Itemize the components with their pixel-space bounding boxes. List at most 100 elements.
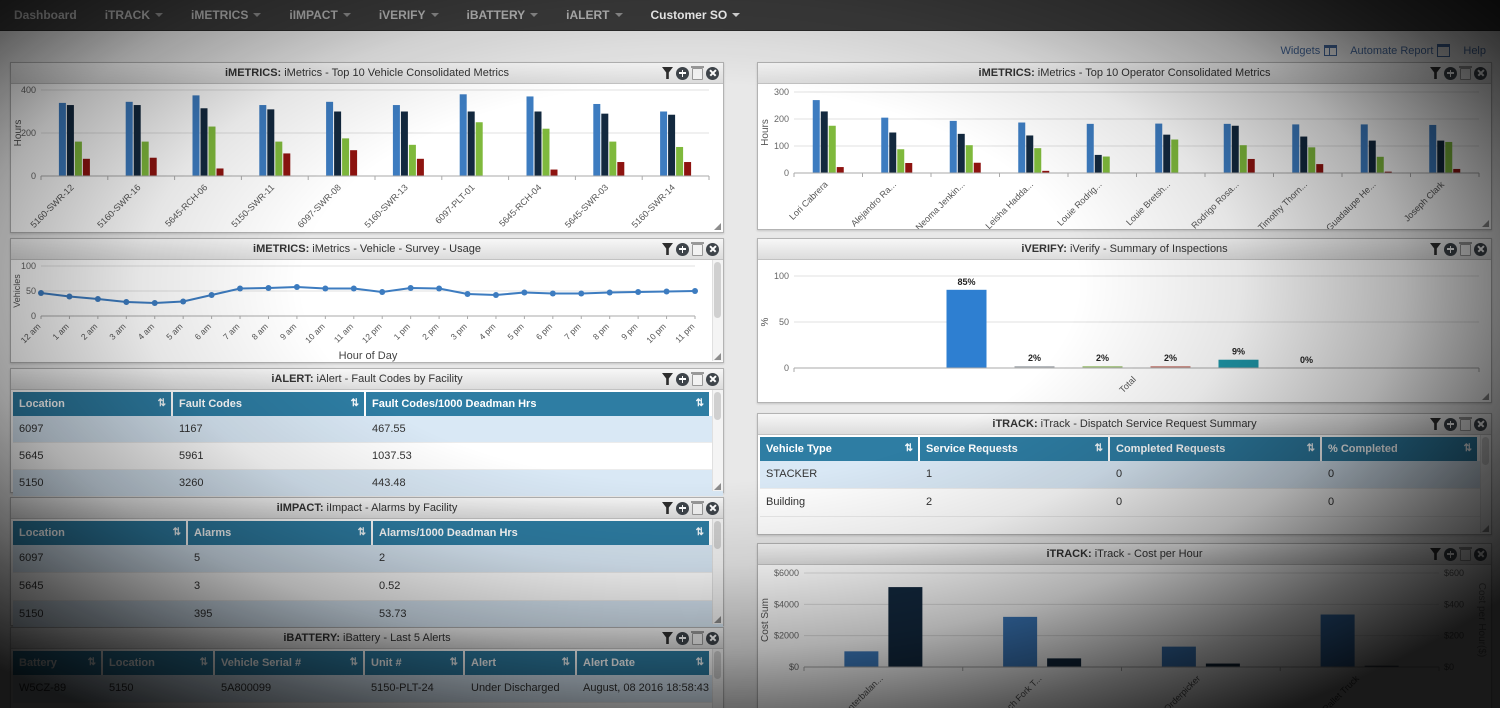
delete-icon[interactable] xyxy=(692,633,703,645)
resize-handle[interactable] xyxy=(714,223,721,230)
close-icon[interactable] xyxy=(706,243,719,256)
help-link[interactable]: Help xyxy=(1463,44,1486,57)
close-icon[interactable] xyxy=(1474,67,1487,80)
resize-handle[interactable] xyxy=(1482,525,1489,532)
nav-item-itrack[interactable]: iTRACK xyxy=(91,0,177,30)
nav-item-imetrics[interactable]: iMETRICS xyxy=(177,0,275,30)
column-header-alarms[interactable]: Alarms⇅ xyxy=(188,521,373,545)
delete-icon[interactable] xyxy=(692,244,703,256)
close-icon[interactable] xyxy=(706,632,719,645)
sort-icon[interactable]: ⇅ xyxy=(358,521,366,545)
resize-handle[interactable] xyxy=(714,483,721,490)
sort-icon[interactable]: ⇅ xyxy=(1464,437,1472,461)
add-icon[interactable] xyxy=(1444,548,1457,561)
scrollbar-thumb[interactable] xyxy=(714,262,721,318)
resize-handle[interactable] xyxy=(1482,220,1489,227)
add-icon[interactable] xyxy=(676,502,689,515)
filter-icon[interactable] xyxy=(1430,243,1441,255)
column-header-alert-date[interactable]: Alert Date⇅ xyxy=(577,651,711,675)
nav-item-ibattery[interactable]: iBATTERY xyxy=(453,0,553,30)
close-icon[interactable] xyxy=(1474,243,1487,256)
scrollbar-thumb[interactable] xyxy=(1482,437,1489,465)
widget-scrollbar[interactable] xyxy=(712,649,723,708)
widget-scrollbar[interactable] xyxy=(712,519,723,624)
filter-icon[interactable] xyxy=(662,502,673,514)
close-icon[interactable] xyxy=(1474,548,1487,561)
column-header-vehicle-type[interactable]: Vehicle Type⇅ xyxy=(760,437,920,461)
filter-icon[interactable] xyxy=(1430,548,1441,560)
column-header-alert[interactable]: Alert⇅ xyxy=(465,651,577,675)
table-cell: 5961 xyxy=(173,443,366,469)
nav-item-iverify[interactable]: iVERIFY xyxy=(365,0,453,30)
nav-item-ialert[interactable]: iALERT xyxy=(552,0,636,30)
nav-item-customer-so[interactable]: Customer SO xyxy=(637,0,755,30)
add-icon[interactable] xyxy=(676,373,689,386)
delete-icon[interactable] xyxy=(1460,419,1471,431)
column-header-battery[interactable]: Battery⇅ xyxy=(13,651,103,675)
add-icon[interactable] xyxy=(1444,67,1457,80)
column-header-fault-codes[interactable]: Fault Codes⇅ xyxy=(173,392,366,416)
nav-item-iimpact[interactable]: iIMPACT xyxy=(275,0,364,30)
filter-icon[interactable] xyxy=(662,373,673,385)
column-header-completed[interactable]: % Completed⇅ xyxy=(1322,437,1479,461)
resize-handle[interactable] xyxy=(714,616,721,623)
add-icon[interactable] xyxy=(676,632,689,645)
filter-icon[interactable] xyxy=(1430,67,1441,79)
add-icon[interactable] xyxy=(1444,243,1457,256)
widgets-link[interactable]: Widgets xyxy=(1280,44,1337,57)
sort-icon[interactable]: ⇅ xyxy=(350,651,358,675)
sort-icon[interactable]: ⇅ xyxy=(88,651,96,675)
delete-icon[interactable] xyxy=(692,374,703,386)
close-icon[interactable] xyxy=(706,373,719,386)
sort-icon[interactable]: ⇅ xyxy=(696,521,704,545)
scrollbar-thumb[interactable] xyxy=(714,392,721,420)
sort-icon[interactable]: ⇅ xyxy=(696,651,704,675)
column-header-completed-requests[interactable]: Completed Requests⇅ xyxy=(1110,437,1322,461)
sort-icon[interactable]: ⇅ xyxy=(450,651,458,675)
add-icon[interactable] xyxy=(676,67,689,80)
delete-icon[interactable] xyxy=(692,68,703,80)
filter-icon[interactable] xyxy=(662,67,673,79)
scrollbar-thumb[interactable] xyxy=(714,521,721,549)
filter-icon[interactable] xyxy=(662,243,673,255)
column-header-location[interactable]: Location⇅ xyxy=(103,651,215,675)
filter-icon[interactable] xyxy=(662,632,673,644)
chevron-down-icon xyxy=(253,13,261,17)
sort-icon[interactable]: ⇅ xyxy=(173,521,181,545)
sort-icon[interactable]: ⇅ xyxy=(696,392,704,416)
close-icon[interactable] xyxy=(706,502,719,515)
resize-handle[interactable] xyxy=(1482,393,1489,400)
column-header-fault-codes-1000-deadman-hrs[interactable]: Fault Codes/1000 Deadman Hrs⇅ xyxy=(366,392,711,416)
sort-icon[interactable]: ⇅ xyxy=(562,651,570,675)
delete-icon[interactable] xyxy=(1460,549,1471,561)
sort-icon[interactable]: ⇅ xyxy=(200,651,208,675)
column-header-location[interactable]: Location⇅ xyxy=(13,392,173,416)
widget-scrollbar[interactable] xyxy=(1480,435,1491,533)
add-icon[interactable] xyxy=(1444,418,1457,431)
column-header-alarms-1000-deadman-hrs[interactable]: Alarms/1000 Deadman Hrs⇅ xyxy=(373,521,711,545)
delete-icon[interactable] xyxy=(692,503,703,515)
add-icon[interactable] xyxy=(676,243,689,256)
delete-icon[interactable] xyxy=(1460,68,1471,80)
close-icon[interactable] xyxy=(1474,418,1487,431)
svg-text:Vehicles: Vehicles xyxy=(12,274,22,308)
resize-handle[interactable] xyxy=(714,353,721,360)
scrollbar-thumb[interactable] xyxy=(714,651,721,679)
widget-scrollbar[interactable] xyxy=(712,260,723,361)
delete-icon[interactable] xyxy=(1460,244,1471,256)
filter-icon[interactable] xyxy=(1430,418,1441,430)
close-icon[interactable] xyxy=(706,67,719,80)
column-header-location[interactable]: Location⇅ xyxy=(13,521,188,545)
sort-icon[interactable]: ⇅ xyxy=(1095,437,1103,461)
nav-item-dashboard[interactable]: Dashboard xyxy=(0,0,91,30)
automate-report-link[interactable]: Automate Report xyxy=(1350,44,1450,57)
table-row: STACKER100 xyxy=(760,461,1491,489)
column-header-service-requests[interactable]: Service Requests⇅ xyxy=(920,437,1110,461)
sort-icon[interactable]: ⇅ xyxy=(905,437,913,461)
widget-scrollbar[interactable] xyxy=(712,390,723,491)
sort-icon[interactable]: ⇅ xyxy=(158,392,166,416)
sort-icon[interactable]: ⇅ xyxy=(1307,437,1315,461)
column-header-vehicle-serial[interactable]: Vehicle Serial #⇅ xyxy=(215,651,365,675)
column-header-unit[interactable]: Unit #⇅ xyxy=(365,651,465,675)
sort-icon[interactable]: ⇅ xyxy=(351,392,359,416)
